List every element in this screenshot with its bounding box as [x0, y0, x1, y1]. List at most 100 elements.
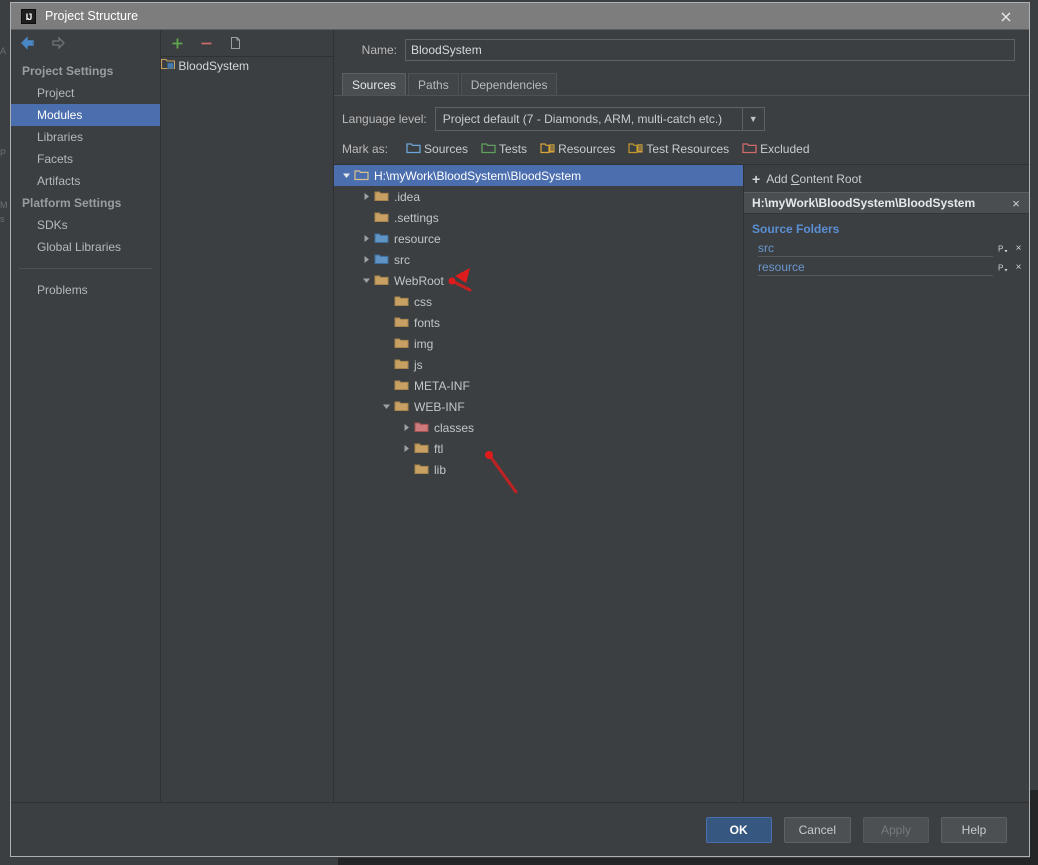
sidebar-group-project-settings: Project Settings: [22, 64, 114, 78]
apply-button[interactable]: Apply: [863, 816, 929, 843]
sidebar-item-facets[interactable]: Facets: [11, 148, 160, 170]
mark-as-excluded-button[interactable]: Excluded: [742, 141, 810, 157]
tree-row-label: css: [414, 294, 432, 309]
add-content-root-button[interactable]: + Add Content Root: [744, 165, 1029, 192]
folder-normal-icon: [394, 315, 409, 331]
module-item-label: BloodSystem: [178, 59, 250, 73]
sidebar-divider: [19, 268, 152, 269]
close-icon[interactable]: ×: [983, 3, 1029, 30]
close-icon[interactable]: ×: [1009, 196, 1023, 211]
tree-row[interactable]: css: [334, 291, 743, 312]
tree-row-label: lib: [434, 462, 447, 477]
help-button[interactable]: Help: [941, 816, 1007, 843]
content-root-path: H:\myWork\BloodSystem\BloodSystem: [752, 196, 976, 210]
sidebar-item-modules[interactable]: Modules: [11, 104, 160, 126]
folder-content-root-icon: [354, 168, 369, 184]
tree-row[interactable]: js: [334, 354, 743, 375]
sidebar-item-artifacts[interactable]: Artifacts: [11, 170, 160, 192]
tree-row-label: src: [394, 252, 410, 267]
language-level-dropdown[interactable]: Project default (7 - Diamonds, ARM, mult…: [434, 107, 765, 131]
plus-icon[interactable]: [169, 35, 186, 52]
sources-content-area: H:\myWork\BloodSystem\BloodSystem .idea …: [334, 164, 1029, 802]
content-root-tree[interactable]: H:\myWork\BloodSystem\BloodSystem .idea …: [334, 164, 744, 802]
module-item-bloodsystem[interactable]: BloodSystem: [160, 57, 333, 73]
mark-as-sources-button[interactable]: Sources: [406, 141, 468, 157]
folder-tests-icon: [481, 141, 496, 157]
sidebar-item-global-libraries[interactable]: Global Libraries: [11, 236, 160, 258]
tree-row[interactable]: META-INF: [334, 375, 743, 396]
tree-row[interactable]: WEB-INF: [334, 396, 743, 417]
folder-normal-icon: [414, 462, 429, 478]
tree-row[interactable]: .idea: [334, 186, 743, 207]
mark-as-tests-label: Tests: [499, 142, 528, 156]
tree-row[interactable]: lib: [334, 459, 743, 480]
chevron-right-icon[interactable]: [358, 186, 374, 207]
modules-list[interactable]: BloodSystem: [160, 56, 333, 802]
chevron-right-icon[interactable]: [358, 249, 374, 270]
add-content-root-label: Add Content Root: [766, 171, 862, 186]
module-editor-panel: Name: Sources Paths Dependencies Languag…: [334, 30, 1029, 802]
mark-as-label: Mark as:: [342, 142, 389, 156]
properties-icon[interactable]: P: [997, 242, 1010, 256]
sidebar-item-problems[interactable]: Problems: [11, 279, 160, 301]
chevron-right-icon[interactable]: [398, 438, 414, 459]
folder-excluded-icon: [414, 420, 429, 436]
mark-as-row: Mark as: Sources Tests Resources Test Re…: [334, 136, 1029, 162]
chevron-down-icon[interactable]: [358, 270, 374, 291]
tree-row-label: img: [414, 336, 434, 351]
sidebar-item-libraries[interactable]: Libraries: [11, 126, 160, 148]
sidebar-item-project[interactable]: Project: [11, 82, 160, 104]
arrow-right-icon[interactable]: [49, 35, 67, 51]
properties-icon[interactable]: P: [997, 261, 1010, 275]
cancel-button[interactable]: Cancel: [783, 816, 851, 843]
svg-text:P: P: [998, 245, 1003, 254]
tree-row-label: js: [414, 357, 423, 372]
module-name-input[interactable]: [405, 39, 1015, 61]
chevron-down-icon[interactable]: [378, 396, 394, 417]
mark-as-tests-button[interactable]: Tests: [481, 141, 527, 157]
source-folder-row-src[interactable]: src P ×: [744, 239, 1029, 258]
source-folder-name[interactable]: src: [758, 241, 993, 257]
sidebar-item-sdks[interactable]: SDKs: [11, 214, 160, 236]
mark-as-excluded-label: Excluded: [760, 142, 810, 156]
tab-dependencies[interactable]: Dependencies: [460, 73, 558, 95]
tree-row[interactable]: fonts: [334, 312, 743, 333]
modules-column: BloodSystem: [160, 30, 334, 802]
tree-row[interactable]: ftl: [334, 438, 743, 459]
tree-row[interactable]: WebRoot: [334, 270, 743, 291]
copy-icon[interactable]: [227, 35, 244, 52]
close-icon[interactable]: ×: [1012, 261, 1025, 275]
tab-paths[interactable]: Paths: [408, 73, 459, 95]
mark-as-resources-button[interactable]: Resources: [540, 141, 615, 157]
tree-row[interactable]: classes: [334, 417, 743, 438]
tree-row[interactable]: src: [334, 249, 743, 270]
ok-button[interactable]: OK: [705, 816, 772, 843]
background-right-bar: [1030, 790, 1038, 865]
folder-normal-icon: [374, 210, 389, 226]
tree-row[interactable]: .settings: [334, 207, 743, 228]
chevron-right-icon[interactable]: [358, 228, 374, 249]
tree-row-label: WEB-INF: [414, 399, 465, 414]
arrow-left-icon[interactable]: [19, 35, 37, 51]
close-icon[interactable]: ×: [1012, 242, 1025, 256]
source-folder-row-resource[interactable]: resource P ×: [744, 258, 1029, 277]
tree-row[interactable]: H:\myWork\BloodSystem\BloodSystem: [334, 165, 743, 186]
chevron-down-icon[interactable]: [338, 165, 354, 186]
source-folder-name[interactable]: resource: [758, 260, 993, 276]
tree-row-label: .settings: [394, 210, 439, 225]
minus-icon[interactable]: [198, 35, 215, 52]
tab-sources[interactable]: Sources: [342, 73, 407, 95]
chevron-right-icon[interactable]: [398, 417, 414, 438]
folder-sources-icon: [406, 141, 421, 157]
tree-row[interactable]: img: [334, 333, 743, 354]
tree-row-label: ftl: [434, 441, 444, 456]
mark-as-test-resources-button[interactable]: Test Resources: [628, 141, 729, 157]
tree-row[interactable]: resource: [334, 228, 743, 249]
tree-row-label: H:\myWork\BloodSystem\BloodSystem: [374, 168, 582, 183]
chevron-down-icon[interactable]: ▼: [741, 108, 764, 130]
